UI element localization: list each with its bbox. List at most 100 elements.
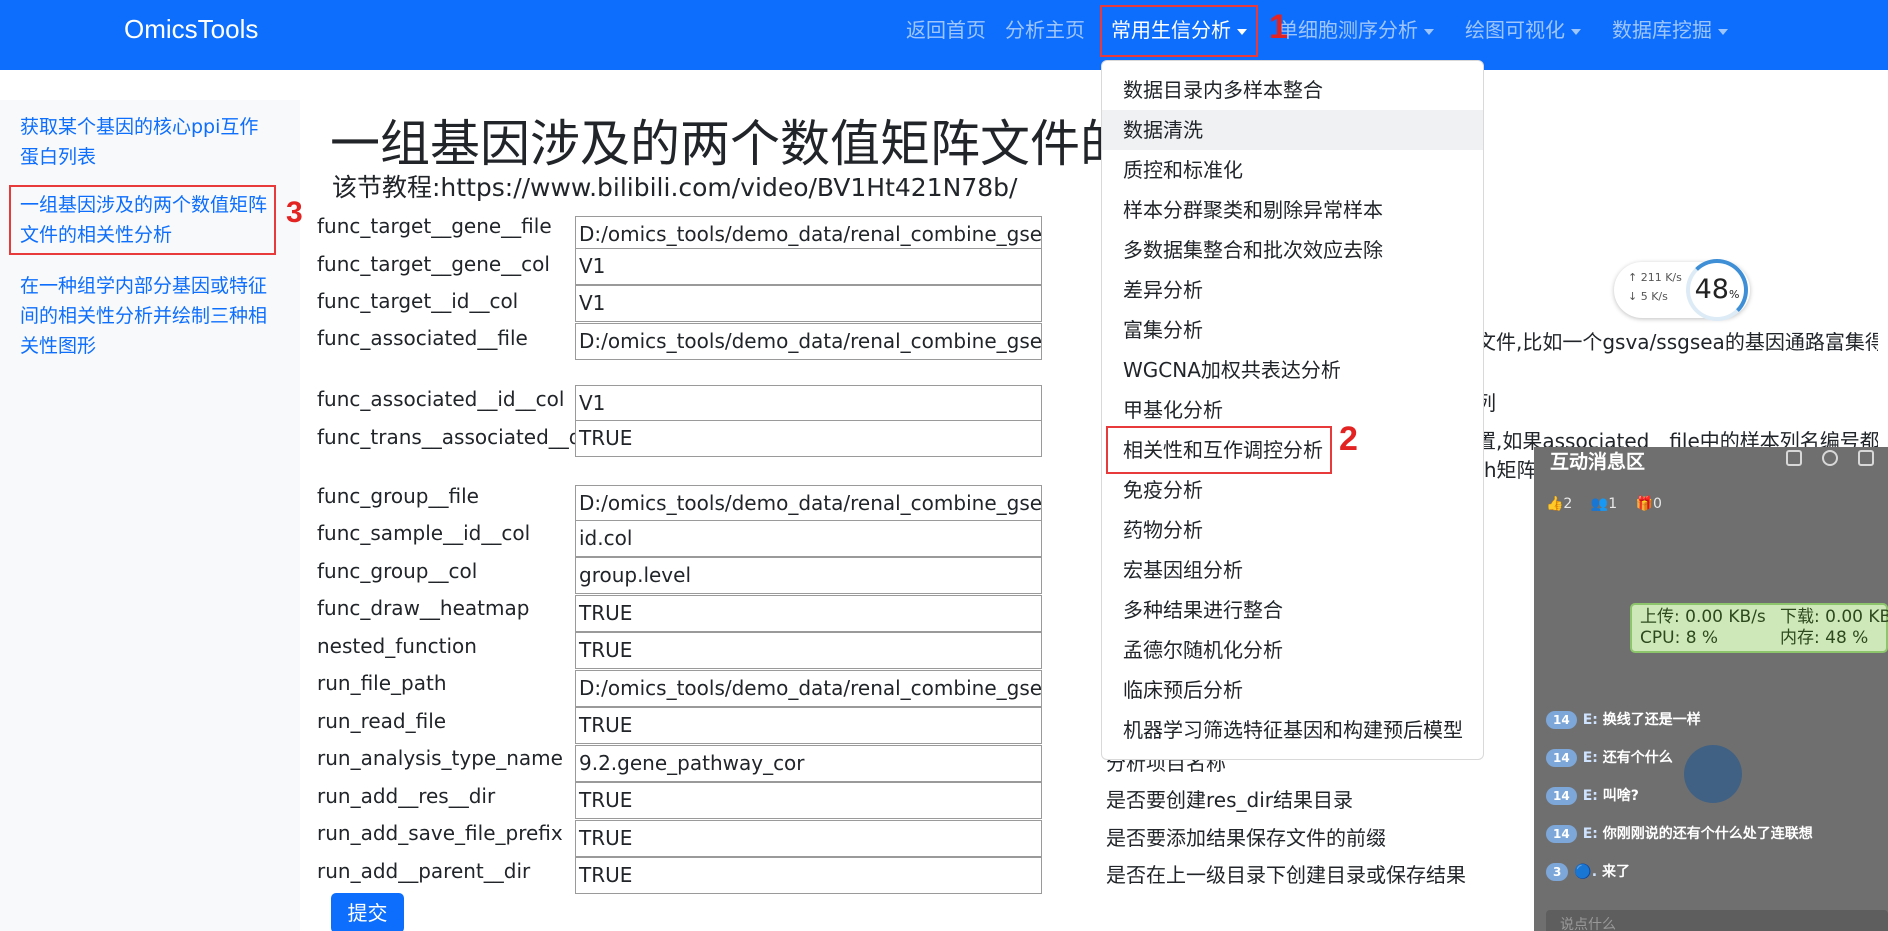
dropdown-item[interactable]: 差异分析 <box>1102 270 1483 310</box>
chat-title: 互动消息区 <box>1550 451 1646 473</box>
param-input[interactable]: TRUE <box>575 420 1042 457</box>
param-description: 文件,比如一个gsva/ssgsea的基因通路富集得 <box>1476 330 1878 354</box>
param-input[interactable]: TRUE <box>575 782 1042 819</box>
param-label: func_associated__file <box>317 326 528 350</box>
nav-menu-database[interactable]: 数据库挖掘 <box>1612 14 1728 43</box>
chat-message: 3 🔵. 来了 <box>1546 861 1630 881</box>
dropdown-item[interactable]: 机器学习筛选特征基因和构建预后模型 <box>1102 710 1483 750</box>
param-label: func_target__gene__file <box>317 214 552 238</box>
dropdown-item[interactable]: 孟德尔随机化分析 <box>1102 630 1483 670</box>
param-input[interactable]: TRUE <box>575 632 1042 669</box>
nav-analysis-link[interactable]: 分析主页 <box>1005 14 1085 43</box>
chat-panel: 互动消息区 👍2 👥1 🎁0 上传: 0.00 KB/s 下载: 0.00 KB/… <box>1534 447 1888 931</box>
chat-message: 14 E: 换线了还是一样 <box>1546 709 1701 729</box>
param-input[interactable]: id.col <box>575 520 1042 557</box>
dropdown-item[interactable]: 多种结果进行整合 <box>1102 590 1483 630</box>
param-input[interactable]: D:/omics_tools/demo_data/renal_combine_g… <box>575 485 1042 522</box>
annotation-box-dropdown <box>1106 426 1332 474</box>
network-speed-widget[interactable]: ↑ 211 K/s ↓ 5 K/s 48% <box>1614 259 1750 321</box>
dropdown-item[interactable]: 免疫分析 <box>1102 470 1483 510</box>
param-input[interactable]: TRUE <box>575 820 1042 857</box>
annotation-number-3: 3 <box>286 196 303 229</box>
monitor-download: 下载: 0.00 KB/s <box>1780 607 1888 627</box>
param-input[interactable]: D:/omics_tools/demo_data/renal_combine_g… <box>575 670 1042 707</box>
level-badge: 14 <box>1546 749 1577 767</box>
chevron-down-icon <box>1424 28 1434 35</box>
monitor-cpu: CPU: 8 % <box>1640 628 1719 648</box>
dropdown-item[interactable]: 宏基因组分析 <box>1102 550 1483 590</box>
param-input[interactable]: D:/omics_tools/demo_data/renal_combine_g… <box>575 323 1042 360</box>
submit-button[interactable]: 提交 <box>331 893 404 931</box>
dropdown-item[interactable]: 数据清洗 <box>1102 110 1483 150</box>
nav-home-link[interactable]: 返回首页 <box>906 14 986 43</box>
param-label: func_draw__heatmap <box>317 596 530 620</box>
page-title: 一组基因涉及的两个数值矩阵文件的 <box>330 115 1110 173</box>
dropdown-item[interactable]: 富集分析 <box>1102 310 1483 350</box>
upload-speed: ↑ 211 K/s <box>1628 271 1682 284</box>
monitor-memory: 内存: 48 % <box>1780 628 1869 648</box>
chat-message: 14 E: 你刚刚说的还有个什么处了连联想 <box>1546 823 1813 843</box>
param-label: func_sample__id__col <box>317 521 531 545</box>
dropdown-item[interactable]: 药物分析 <box>1102 510 1483 550</box>
annotation-number-1: 1 <box>1269 8 1288 46</box>
nav-menu-label: 绘图可视化 <box>1465 18 1565 42</box>
chat-input[interactable]: 说点什么 <box>1546 910 1888 931</box>
memory-percent-unit: % <box>1728 288 1740 301</box>
dropdown-item[interactable]: 临床预后分析 <box>1102 670 1483 710</box>
param-input[interactable]: TRUE <box>575 595 1042 632</box>
nav-menu-label: 单细胞测序分析 <box>1278 18 1418 42</box>
dropdown-item[interactable]: 质控和标准化 <box>1102 150 1483 190</box>
dropdown-item[interactable]: 多数据集整合和批次效应去除 <box>1102 230 1483 270</box>
param-description: 是否在上一级目录下创建目录或保存结果 <box>1106 863 1466 887</box>
dropdown-item[interactable]: 甲基化分析 <box>1102 390 1483 430</box>
level-badge: 14 <box>1546 787 1577 805</box>
param-description: 是否要添加结果保存文件的前缀 <box>1106 826 1386 850</box>
chevron-down-icon <box>1571 28 1581 35</box>
nav-menu-single-cell[interactable]: 单细胞测序分析 <box>1278 14 1434 43</box>
system-monitor: 上传: 0.00 KB/s 下载: 0.00 KB/s CPU: 8 % 内存: 4… <box>1630 603 1888 653</box>
param-label: func_associated__id__col <box>317 387 565 411</box>
param-label: run_read_file <box>317 709 447 733</box>
param-input[interactable]: V1 <box>575 285 1042 322</box>
chat-text: 还有个什么 <box>1602 750 1673 766</box>
dropdown-item[interactable]: 样本分群聚类和剔除异常样本 <box>1102 190 1483 230</box>
monitor-upload: 上传: 0.00 KB/s <box>1640 607 1766 627</box>
param-input[interactable]: TRUE <box>575 857 1042 894</box>
memory-percent: 48 <box>1694 274 1729 305</box>
nav-menu-plotting[interactable]: 绘图可视化 <box>1465 14 1581 43</box>
chat-text: 叫啥? <box>1602 788 1639 804</box>
likes-count: 👍2 <box>1546 496 1573 512</box>
sidebar-item-feature-correlation[interactable]: 在一种组学内部分基因或特征间的相关性分析并绘制三种相关性图形 <box>20 271 270 361</box>
param-input[interactable]: V1 <box>575 385 1042 422</box>
chevron-down-icon <box>1718 28 1728 35</box>
brand-logo[interactable]: OmicsTools <box>124 14 258 45</box>
dropdown-item[interactable]: 数据目录内多样本整合 <box>1102 70 1483 110</box>
param-label: func_group__file <box>317 484 479 508</box>
dropdown-item[interactable]: WGCNA加权共表达分析 <box>1102 350 1483 390</box>
download-speed: ↓ 5 K/s <box>1628 290 1668 303</box>
param-input[interactable]: V1 <box>575 248 1042 285</box>
annotation-number-2: 2 <box>1339 420 1358 458</box>
lock-icon[interactable] <box>1786 450 1802 466</box>
annotation-box-nav <box>1100 5 1258 57</box>
param-label: func_trans__associated__da <box>317 425 575 449</box>
param-input[interactable]: TRUE <box>575 707 1042 744</box>
param-input[interactable]: group.level <box>575 557 1042 594</box>
annotation-box-sidebar <box>9 185 276 255</box>
exit-icon[interactable] <box>1858 450 1874 466</box>
viewers-count: 👥1 <box>1590 496 1618 512</box>
chat-message: 14 E: 叫啥? <box>1546 785 1639 805</box>
param-label: nested_function <box>317 634 477 658</box>
param-label: func_target__id__col <box>317 289 519 313</box>
settings-icon[interactable] <box>1822 450 1838 466</box>
param-description: 是否要创建res_dir结果目录 <box>1106 788 1353 812</box>
chat-username: 🔵. <box>1574 864 1598 880</box>
param-input[interactable]: 9.2.gene_pathway_cor <box>575 745 1042 782</box>
sidebar-item-ppi[interactable]: 获取某个基因的核心ppi互作蛋白列表 <box>20 112 270 172</box>
param-label: run_add_save_file_prefix <box>317 821 563 845</box>
top-navbar: OmicsTools 返回首页 分析主页 常用生信分析 单细胞测序分析 绘图可视… <box>0 0 1888 70</box>
chat-message: 14 E: 还有个什么 <box>1546 747 1673 767</box>
chat-username: E: <box>1582 788 1598 804</box>
param-label: run_add__parent__dir <box>317 859 531 883</box>
dropdown-menu-common-bioinfo: 数据目录内多样本整合 数据清洗 质控和标准化 样本分群聚类和剔除异常样本 多数据集整合和… <box>1101 60 1484 760</box>
